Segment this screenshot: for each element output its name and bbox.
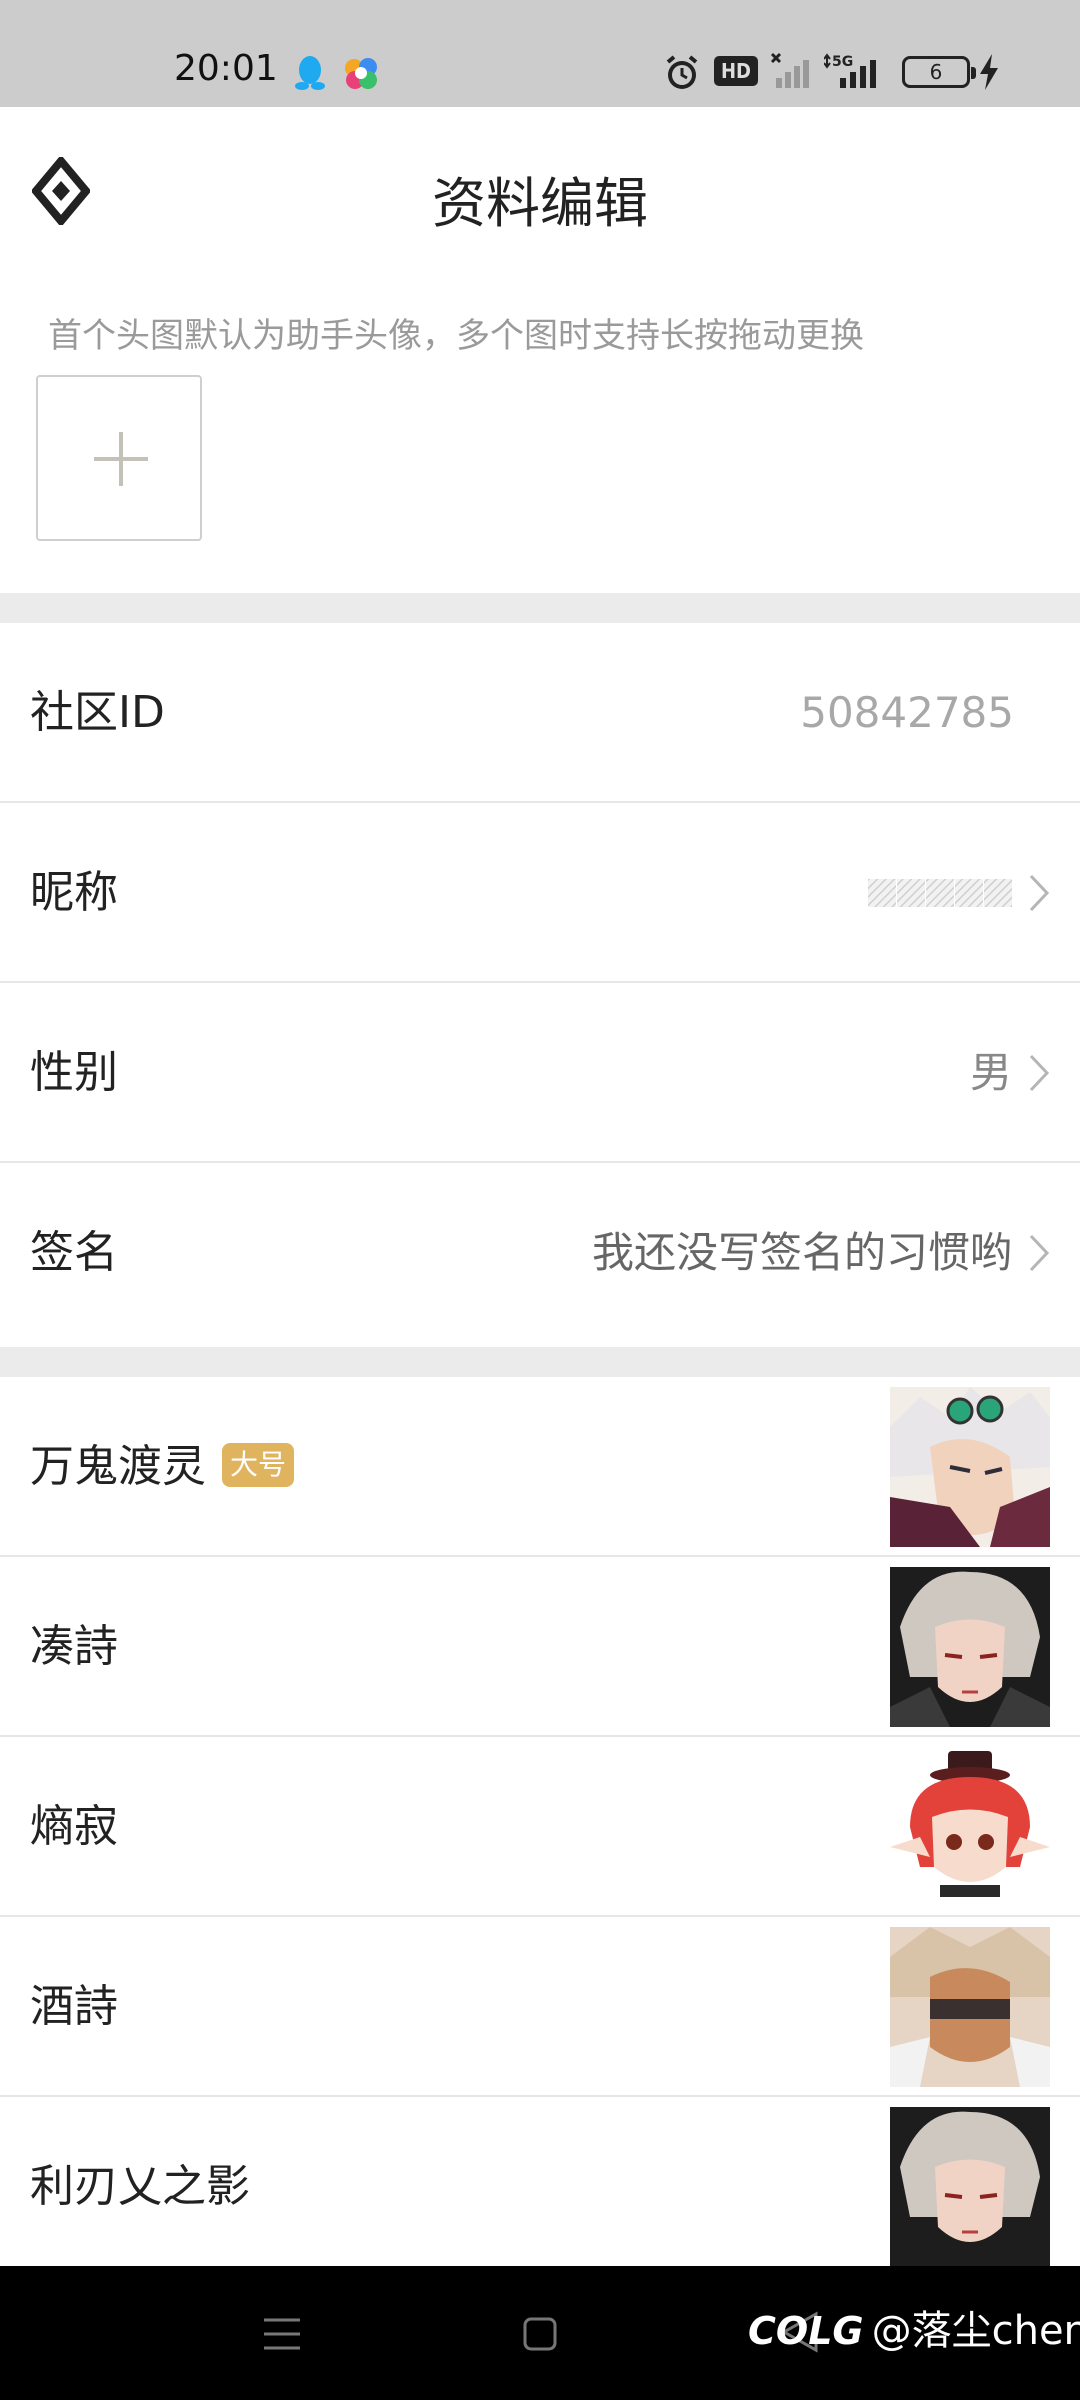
- signature-row[interactable]: 签名 我还没写签名的习惯哟: [0, 1163, 1080, 1347]
- character-avatar: [890, 2107, 1050, 2267]
- nickname-label: 昵称: [30, 867, 118, 918]
- character-name: 熵寂: [30, 1801, 118, 1852]
- signal-icon: [770, 52, 809, 88]
- gender-label: 性别: [30, 1047, 118, 1098]
- chevron-right-icon: [1029, 874, 1050, 912]
- character-name: 酒詩: [30, 1981, 118, 2032]
- signature-label: 签名: [30, 1227, 118, 1278]
- page-title: 资料编辑: [432, 172, 648, 235]
- nickname-row[interactable]: 昵称: [0, 803, 1080, 983]
- community-id-label: 社区ID: [30, 687, 165, 738]
- character-row[interactable]: 利刃乂之影: [0, 2097, 1080, 2267]
- battery-icon: 6: [902, 56, 976, 88]
- status-bar: 20:01 HD 5G 6: [0, 0, 1080, 107]
- section-divider: [0, 593, 1080, 623]
- character-row[interactable]: 凑詩: [0, 1557, 1080, 1737]
- signal-5g-icon: 5G: [824, 53, 876, 88]
- gender-value: 男: [969, 1048, 1012, 1097]
- character-row[interactable]: 酒詩: [0, 1917, 1080, 2097]
- add-avatar-button[interactable]: [36, 375, 202, 541]
- character-name: 万鬼渡灵: [30, 1441, 206, 1492]
- signature-value: 我还没写签名的习惯哟: [591, 1228, 1012, 1277]
- character-name: 凑詩: [30, 1621, 118, 1672]
- gender-row[interactable]: 性别 男: [0, 983, 1080, 1163]
- section-divider: [0, 1347, 1080, 1377]
- app-icon: [345, 58, 377, 89]
- battery-level: 6: [929, 60, 943, 84]
- character-avatar: [890, 1747, 1050, 1907]
- charging-icon: [980, 54, 998, 90]
- qq-icon: [295, 56, 325, 90]
- hd-icon: HD: [714, 56, 758, 86]
- watermark: COLG @落尘chen: [748, 2298, 1080, 2356]
- avatar-hint: 首个头图默认为助手头像，多个图时支持长按拖动更换: [48, 316, 864, 356]
- masked-nickname-value: [868, 879, 1012, 907]
- chevron-right-icon: [1029, 1054, 1050, 1092]
- svg-text:5G: 5G: [832, 54, 853, 70]
- header: 资料编辑: [0, 107, 1080, 277]
- colg-logo: COLG: [748, 2309, 864, 2353]
- status-time: 20:01: [174, 48, 278, 89]
- main-account-badge: 大号: [222, 1443, 295, 1487]
- home-icon[interactable]: [522, 2314, 558, 2354]
- navigation-bar: COLG @落尘chen: [0, 2266, 1080, 2400]
- watermark-user: @落尘chen: [871, 2308, 1080, 2354]
- community-id-row: 社区ID 50842785: [0, 623, 1080, 803]
- character-row[interactable]: 熵寂: [0, 1737, 1080, 1917]
- chevron-right-icon: [1029, 1234, 1050, 1272]
- alarm-icon: [666, 55, 698, 89]
- character-avatar: [890, 1927, 1050, 2087]
- character-name: 利刃乂之影: [30, 2161, 250, 2212]
- community-id-value: 50842785: [800, 688, 1014, 737]
- menu-icon[interactable]: [262, 2314, 302, 2354]
- character-row[interactable]: 万鬼渡灵 大号: [0, 1377, 1080, 1557]
- character-avatar: [890, 1567, 1050, 1727]
- character-avatar: [890, 1387, 1050, 1547]
